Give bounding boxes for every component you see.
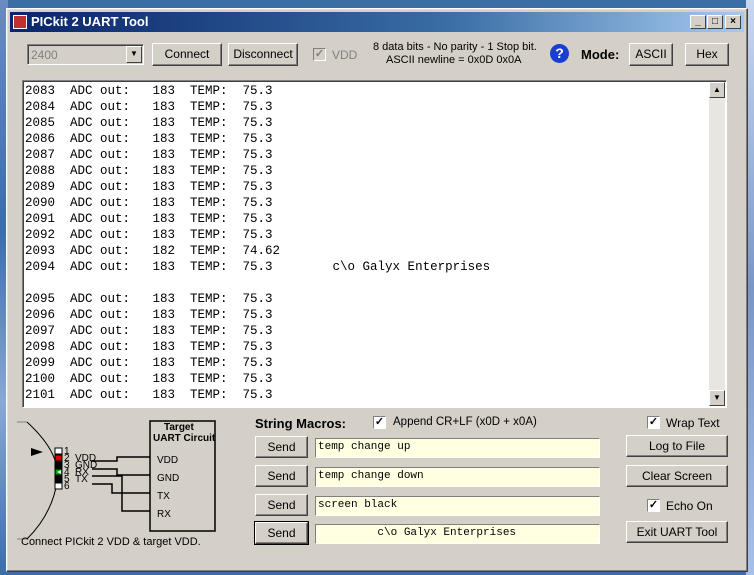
vdd-label: VDD [332,48,358,62]
wrap-text-checkbox[interactable]: ✓ [647,416,660,429]
tx-wire [92,483,150,494]
append-crlf-checkbox[interactable]: ✓ [373,416,386,429]
terminal-line: 2083 ADC out: 183 TEMP: 75.3 [25,84,273,98]
log-to-file-button[interactable]: Log to File [626,435,728,457]
send-button-3[interactable]: Send [255,494,308,516]
close-icon[interactable]: × [725,15,741,29]
terminal-line: 2099 ADC out: 183 TEMP: 75.3 [25,356,273,370]
pin1-square [54,447,63,455]
pin-name-tx: TX [75,474,88,485]
macro-input-1[interactable]: temp change up [315,438,600,458]
terminal-line: 2085 ADC out: 183 TEMP: 75.3 [25,116,273,130]
terminal-line: 2091 ADC out: 183 TEMP: 75.3 [25,212,273,226]
target-pin-gnd: GND [157,473,180,484]
maximize-icon[interactable]: □ [707,15,723,29]
gnd-wire [92,468,150,476]
macro-input-2[interactable]: temp change down [315,467,600,487]
terminal-scrollbar[interactable]: ▲ ▼ [709,82,725,406]
window-title: PICkit 2 UART Tool [31,14,149,29]
chevron-down-icon[interactable]: ▼ [126,46,142,63]
scroll-up-icon[interactable]: ▲ [709,82,725,98]
app-icon [13,15,27,29]
pin1-arrow-icon [31,448,43,456]
terminal-line: 2098 ADC out: 183 TEMP: 75.3 [25,340,273,354]
ascii-mode-button[interactable]: ASCII [629,43,673,66]
terminal-line: 2086 ADC out: 183 TEMP: 75.3 [25,132,273,146]
terminal-line: 2094 ADC out: 183 TEMP: 75.3 c\o Galyx E… [25,260,491,274]
pin-number-6: 6 [64,481,70,492]
terminal-line: 2087 ADC out: 183 TEMP: 75.3 [25,148,273,162]
terminal-line: 2088 ADC out: 183 TEMP: 75.3 [25,164,273,178]
terminal-text: 2083 ADC out: 183 TEMP: 75.3 2084 ADC out… [25,83,708,405]
pin5-square [54,475,63,483]
vdd-wire [92,456,150,462]
append-crlf-label: Append CR+LF (x0D + x0A) [393,416,537,428]
target-title-2: UART Circuit [153,433,216,444]
title-bar[interactable]: PICkit 2 UART Tool _ □ × [10,12,744,32]
format-line-2: ASCII newline = 0x0D 0x0A [386,54,522,66]
target-pin-tx: TX [157,491,170,502]
macro-input-3[interactable]: screen black [315,496,600,516]
terminal-line: 2096 ADC out: 183 TEMP: 75.3 [25,308,273,322]
connect-note: Connect PICkit 2 VDD & target VDD. [21,536,201,548]
target-pin-vdd: VDD [157,455,179,466]
pin6-square [54,482,63,490]
scroll-down-icon[interactable]: ▼ [709,390,725,406]
echo-on-label: Echo On [666,499,713,513]
target-pin-rx: RX [157,509,171,520]
vdd-checkbox[interactable]: ✓ [313,48,326,61]
connect-button[interactable]: Connect [152,43,222,66]
baud-select[interactable]: 2400 ▼ [27,44,144,65]
terminal-line: 2084 ADC out: 183 TEMP: 75.3 [25,100,273,114]
minimize-icon[interactable]: _ [690,15,706,29]
help-icon[interactable]: ? [550,44,569,63]
terminal-output[interactable]: 2083 ADC out: 183 TEMP: 75.3 2084 ADC out… [22,80,727,408]
terminal-line: 2101 ADC out: 183 TEMP: 75.3 [25,388,273,402]
wrap-text-label: Wrap Text [666,416,720,430]
send-button-4[interactable]: Send [254,521,309,545]
pin2-square [54,454,63,462]
macro-input-4[interactable]: c\o Galyx Enterprises [315,524,600,544]
target-title-1: Target [164,422,194,433]
terminal-line: 2093 ADC out: 182 TEMP: 74.62 [25,244,281,258]
clear-screen-button[interactable]: Clear Screen [626,465,728,487]
terminal-line: 2097 ADC out: 183 TEMP: 75.3 [25,324,273,338]
terminal-line: 2089 ADC out: 183 TEMP: 75.3 [25,180,273,194]
disconnect-button[interactable]: Disconnect [228,43,298,66]
exit-uart-button[interactable]: Exit UART Tool [626,521,728,543]
hex-mode-button[interactable]: Hex [685,43,729,66]
terminal-line: 2095 ADC out: 183 TEMP: 75.3 [25,292,273,306]
terminal-line: 2100 ADC out: 183 TEMP: 75.3 [25,372,273,386]
string-macros-header: String Macros: [255,416,347,431]
send-button-2[interactable]: Send [255,465,308,487]
mode-label: Mode: [581,47,620,62]
format-line-1: 8 data bits - No parity - 1 Stop bit. [373,41,537,53]
terminal-line: 2092 ADC out: 183 TEMP: 75.3 [25,228,273,242]
pickit-body-edge [17,421,27,540]
echo-on-checkbox[interactable]: ✓ [647,499,660,512]
send-button-1[interactable]: Send [255,436,308,458]
terminal-line: 2090 ADC out: 183 TEMP: 75.3 [25,196,273,210]
pickit-body-outline [26,421,59,540]
pin3-square [54,461,63,469]
baud-value: 2400 [31,48,58,62]
uart-tool-window: PICkit 2 UART Tool _ □ × 2400 ▼ Connect … [6,8,748,572]
